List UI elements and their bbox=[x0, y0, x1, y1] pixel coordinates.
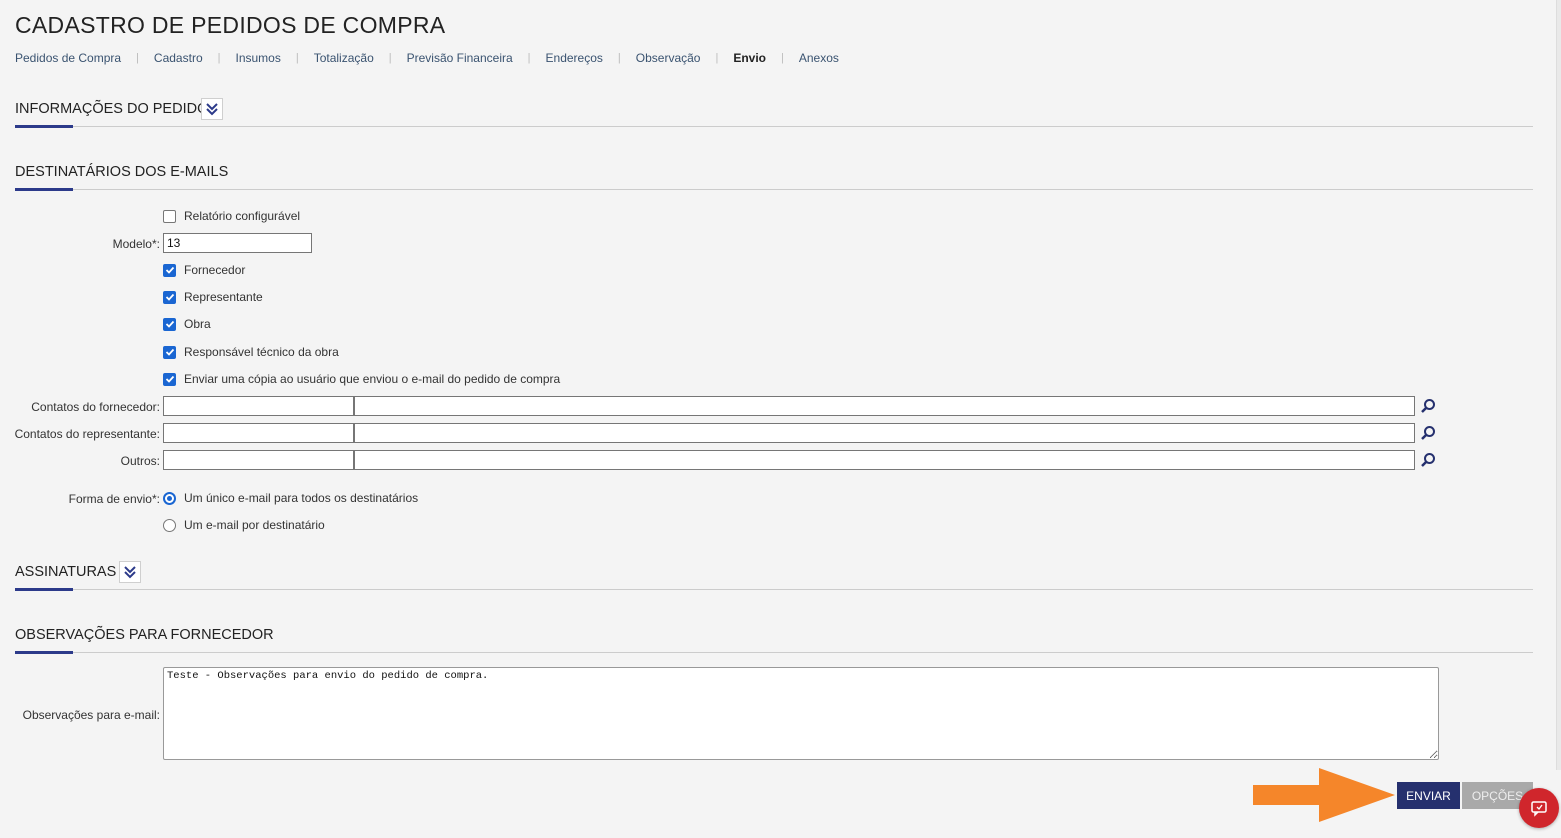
expand-section-button[interactable] bbox=[201, 98, 223, 120]
contatos-representante-search-button[interactable] bbox=[1417, 423, 1439, 443]
tab-separator: | bbox=[136, 52, 139, 64]
section-assinaturas: ASSINATURAS bbox=[15, 561, 1533, 591]
obra-checkbox[interactable] bbox=[163, 317, 176, 331]
tab-separator: | bbox=[781, 52, 784, 64]
tab-enderecos[interactable]: Endereços bbox=[546, 51, 603, 65]
magnifier-icon bbox=[1421, 426, 1435, 440]
section-underline bbox=[15, 651, 73, 654]
section-informacoes-do-pedido: INFORMAÇÕES DO PEDIDO bbox=[15, 98, 1533, 128]
outros-search-button[interactable] bbox=[1417, 450, 1439, 470]
section-title: DESTINATÁRIOS DOS E-MAILS bbox=[15, 164, 229, 180]
section-destinatarios: DESTINATÁRIOS DOS E-MAILS bbox=[15, 164, 1533, 191]
checkbox-label: Enviar uma cópia ao usuário que enviou o… bbox=[184, 372, 561, 386]
relatorio-configuravel-checkbox[interactable] bbox=[163, 209, 176, 223]
checkbox-label: Obra bbox=[184, 317, 211, 331]
section-title: ASSINATURAS bbox=[15, 564, 117, 580]
magnifier-icon bbox=[1421, 399, 1435, 413]
enviar-copia-checkbox[interactable] bbox=[163, 372, 176, 386]
radio-button[interactable] bbox=[163, 518, 176, 532]
tab-bar: Pedidos de Compra | Cadastro | Insumos |… bbox=[15, 51, 839, 65]
forma-envio-label: Forma de envio*: bbox=[68, 492, 160, 506]
section-underline bbox=[15, 588, 73, 591]
magnifier-icon bbox=[1421, 453, 1435, 467]
tab-separator: | bbox=[295, 52, 299, 64]
checkmark-icon bbox=[165, 293, 174, 301]
contatos-representante-names-input[interactable] bbox=[354, 423, 1415, 443]
tab-separator: | bbox=[388, 52, 392, 64]
double-chevron-down-icon bbox=[206, 103, 218, 116]
double-chevron-down-icon bbox=[124, 566, 136, 579]
checkmark-icon bbox=[165, 375, 174, 383]
section-observacoes-fornecedor: OBSERVAÇÕES PARA FORNECEDOR bbox=[15, 627, 1533, 654]
section-title: INFORMAÇÕES DO PEDIDO bbox=[15, 101, 209, 117]
section-underline bbox=[15, 188, 73, 191]
tab-envio[interactable]: Envio bbox=[733, 51, 766, 65]
section-underline bbox=[15, 125, 73, 128]
page-title: CADASTRO DE PEDIDOS DE COMPRA bbox=[15, 12, 446, 38]
checkbox-label: Fornecedor bbox=[184, 263, 246, 277]
contatos-fornecedor-label: Contatos do fornecedor: bbox=[31, 400, 160, 414]
chat-button[interactable] bbox=[1519, 788, 1559, 828]
tab-pedidos-de-compra[interactable]: Pedidos de Compra bbox=[15, 51, 121, 65]
contatos-fornecedor-names-input[interactable] bbox=[354, 396, 1415, 416]
representante-checkbox[interactable] bbox=[163, 290, 176, 304]
radio-label: Um e-mail por destinatário bbox=[184, 518, 325, 532]
relatorio-configuravel-checkbox-row[interactable]: Relatório configurável bbox=[163, 209, 300, 223]
enviar-copia-checkbox-row[interactable]: Enviar uma cópia ao usuário que enviou o… bbox=[163, 372, 560, 386]
tab-totalizacao[interactable]: Totalização bbox=[314, 51, 374, 65]
contatos-representante-code-input[interactable] bbox=[163, 423, 354, 443]
tab-observacao[interactable]: Observação bbox=[636, 51, 701, 65]
section-title: OBSERVAÇÕES PARA FORNECEDOR bbox=[15, 627, 274, 643]
contatos-fornecedor-search-button[interactable] bbox=[1417, 396, 1439, 416]
radio-label: Um único e-mail para todos os destinatár… bbox=[184, 491, 419, 505]
responsavel-tecnico-checkbox[interactable] bbox=[163, 345, 176, 359]
tab-previsao-financeira[interactable]: Previsão Financeira bbox=[407, 51, 513, 65]
contatos-representante-label: Contatos do representante: bbox=[14, 427, 160, 441]
expand-section-button[interactable] bbox=[119, 561, 141, 583]
outros-names-input[interactable] bbox=[354, 450, 1415, 470]
fornecedor-checkbox-row[interactable]: Fornecedor bbox=[163, 263, 245, 277]
modelo-label: Modelo*: bbox=[112, 237, 160, 251]
tab-insumos[interactable]: Insumos bbox=[235, 51, 280, 65]
tab-separator: | bbox=[527, 52, 531, 64]
checkmark-icon bbox=[165, 320, 174, 328]
chat-icon bbox=[1531, 801, 1547, 817]
scrollbar[interactable] bbox=[1556, 0, 1561, 770]
representante-checkbox-row[interactable]: Representante bbox=[163, 290, 263, 304]
observacoes-email-label: Observações para e-mail: bbox=[22, 708, 160, 722]
observacoes-email-textarea[interactable] bbox=[163, 667, 1439, 760]
obra-checkbox-row[interactable]: Obra bbox=[163, 317, 211, 331]
radio-button[interactable] bbox=[163, 491, 176, 505]
responsavel-tecnico-checkbox-row[interactable]: Responsável técnico da obra bbox=[163, 345, 339, 359]
modelo-input[interactable] bbox=[163, 233, 312, 253]
checkmark-icon bbox=[165, 348, 174, 356]
tab-anexos[interactable]: Anexos bbox=[799, 51, 839, 65]
outros-code-input[interactable] bbox=[163, 450, 354, 470]
tab-cadastro[interactable]: Cadastro bbox=[154, 51, 203, 65]
forma-envio-option-por-destinatario[interactable]: Um e-mail por destinatário bbox=[163, 518, 325, 532]
checkmark-icon bbox=[165, 266, 174, 274]
checkbox-label: Relatório configurável bbox=[184, 209, 301, 223]
tab-separator: | bbox=[217, 52, 221, 64]
orange-arrow-annotation bbox=[1253, 768, 1395, 822]
checkbox-label: Representante bbox=[184, 290, 263, 304]
contatos-fornecedor-code-input[interactable] bbox=[163, 396, 354, 416]
checkbox-label: Responsável técnico da obra bbox=[184, 345, 339, 359]
outros-label: Outros: bbox=[120, 454, 160, 468]
fornecedor-checkbox[interactable] bbox=[163, 263, 176, 277]
tab-separator: | bbox=[715, 52, 719, 64]
enviar-button[interactable]: ENVIAR bbox=[1397, 782, 1460, 809]
tab-separator: | bbox=[617, 52, 621, 64]
forma-envio-option-unico[interactable]: Um único e-mail para todos os destinatár… bbox=[163, 491, 418, 505]
